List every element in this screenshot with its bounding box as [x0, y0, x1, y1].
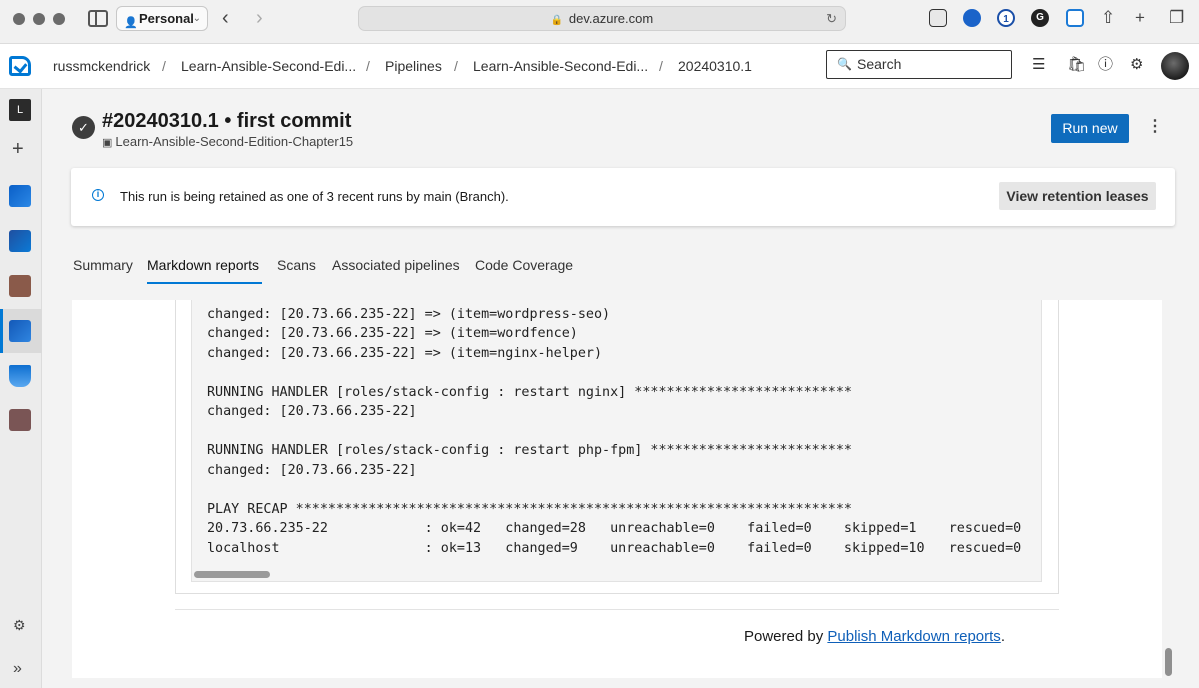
person-icon: 👤 [124, 17, 138, 29]
code-line: changed: [20.73.66.235-22] [207, 404, 417, 419]
marketplace-bag-icon[interactable]: 🛍 [1067, 56, 1086, 74]
active-tab-indicator [147, 282, 262, 284]
repository-name: Learn-Ansible-Second-Edition-Chapter15 [115, 134, 354, 149]
grammarly-icon[interactable]: G [1031, 9, 1049, 27]
test-plans-icon[interactable] [9, 365, 31, 387]
powered-by-footer: Powered by Publish Markdown reports. [744, 628, 1005, 645]
artifacts-icon[interactable] [9, 409, 31, 431]
breadcrumb-organization[interactable]: russmckendrick [53, 58, 150, 74]
code-line: changed: [20.73.66.235-22] => (item=ngin… [207, 346, 603, 361]
vertical-scrollbar[interactable] [1165, 648, 1172, 676]
breadcrumb-pipelines[interactable]: Pipelines [385, 58, 442, 74]
retention-banner: i This run is being retained as one of 3… [71, 168, 1175, 226]
search-icon: 🔍 [837, 57, 852, 71]
run-new-button[interactable]: Run new [1051, 114, 1129, 143]
ado-header: russmckendrick / Learn-Ansible-Second-Ed… [0, 44, 1199, 89]
new-tab-icon[interactable]: + [1135, 6, 1145, 30]
code-line: changed: [20.73.66.235-22] [207, 463, 417, 478]
pipelines-icon[interactable] [9, 320, 31, 342]
profile-label: Personal [139, 11, 194, 26]
retention-message: This run is being retained as one of 3 r… [120, 189, 509, 204]
boards-icon[interactable] [9, 185, 31, 207]
code-line: RUNNING HANDLER [roles/stack-config : re… [207, 385, 852, 400]
code-line: 20.73.66.235-22 : ok=42 changed=28 unrea… [207, 521, 1022, 536]
tab-associated-pipelines[interactable]: Associated pipelines [332, 257, 460, 273]
address-bar[interactable]: 🔒 dev.azure.com ↻ [358, 6, 846, 31]
minimize-window-button[interactable] [33, 13, 45, 25]
footer-divider [175, 609, 1059, 610]
more-actions-icon[interactable]: ⋮ [1147, 117, 1163, 137]
sidebar-toggle-icon[interactable] [88, 10, 108, 27]
tab-markdown-reports[interactable]: Markdown reports [147, 257, 259, 273]
user-settings-icon[interactable]: ⚙ [1130, 56, 1143, 74]
add-icon[interactable]: + [12, 139, 24, 159]
blue-extension-icon[interactable] [963, 9, 981, 27]
tab-overview-icon[interactable]: ❐ [1169, 6, 1184, 30]
profile-selector[interactable]: 👤 Personal ⌄ [116, 6, 208, 31]
page-title: #20240310.1 • first commit [102, 110, 352, 132]
info-icon: i [92, 189, 104, 201]
share-icon[interactable]: ⇧ [1101, 6, 1115, 30]
search-input[interactable]: 🔍 Search [826, 50, 1012, 79]
breadcrumb-run[interactable]: 20240310.1 [678, 58, 752, 74]
repository-icon: ▣ [102, 137, 113, 149]
breadcrumb-pipeline[interactable]: Learn-Ansible-Second-Edi... [473, 58, 648, 74]
powered-by-text: Powered by [744, 628, 828, 645]
repos-icon[interactable] [9, 275, 31, 297]
reload-icon[interactable]: ↻ [826, 7, 837, 30]
azure-devops-logo-icon[interactable] [9, 56, 31, 76]
code-line: PLAY RECAP *****************************… [207, 502, 852, 517]
breadcrumb-separator: / [162, 58, 166, 74]
work-items-icon[interactable]: ☰ [1032, 56, 1045, 74]
browser-toolbar: 👤 Personal ⌄ ‹ › 🔒 dev.azure.com ↻ 1 G ⇧… [0, 0, 1199, 44]
run-succeeded-icon: ✓ [72, 116, 95, 139]
project-settings-icon[interactable]: ⚙ [13, 617, 26, 634]
tab-code-coverage[interactable]: Code Coverage [475, 257, 573, 273]
lock-icon: 🔒 [550, 15, 564, 26]
overview-dashboard-icon[interactable] [9, 230, 31, 252]
expand-nav-icon[interactable]: » [13, 660, 22, 678]
avatar[interactable] [1161, 52, 1189, 80]
repository-link[interactable]: ▣ Learn-Ansible-Second-Edition-Chapter15 [102, 134, 353, 149]
project-avatar[interactable]: L [9, 99, 31, 121]
forward-icon[interactable]: › [256, 6, 263, 30]
ansible-output-code-block[interactable]: changed: [20.73.66.235-22] => (item=word… [191, 300, 1042, 582]
breadcrumb-separator: / [366, 58, 370, 74]
footer-period: . [1000, 628, 1005, 645]
url-text: dev.azure.com [568, 11, 654, 26]
publish-markdown-reports-link[interactable]: Publish Markdown reports [827, 628, 1000, 645]
breadcrumb-separator: / [659, 58, 663, 74]
breadcrumb-project[interactable]: Learn-Ansible-Second-Edi... [181, 58, 356, 74]
tab-summary[interactable]: Summary [73, 257, 133, 273]
chevron-down-icon: ⌄ [192, 13, 201, 24]
left-navigation: L + ⚙ » [0, 89, 42, 688]
breadcrumb-separator: / [454, 58, 458, 74]
search-placeholder: Search [857, 56, 902, 72]
help-icon[interactable]: ⓘ [1098, 56, 1113, 74]
code-line: RUNNING HANDLER [roles/stack-config : re… [207, 443, 852, 458]
zoom-window-button[interactable] [53, 13, 65, 25]
code-line: changed: [20.73.66.235-22] => (item=word… [207, 307, 611, 322]
code-line: changed: [20.73.66.235-22] => (item=word… [207, 326, 578, 341]
view-retention-leases-button[interactable]: View retention leases [999, 182, 1156, 210]
close-window-button[interactable] [13, 13, 25, 25]
tab-scans[interactable]: Scans [277, 257, 316, 273]
cube-extension-icon[interactable] [1066, 9, 1084, 27]
code-line: localhost : ok=13 changed=9 unreachable=… [207, 541, 1022, 556]
back-icon[interactable]: ‹ [222, 6, 229, 30]
horizontal-scrollbar[interactable] [194, 571, 270, 578]
password-manager-icon[interactable]: 1 [997, 9, 1015, 27]
translate-extension-icon[interactable] [929, 9, 947, 27]
